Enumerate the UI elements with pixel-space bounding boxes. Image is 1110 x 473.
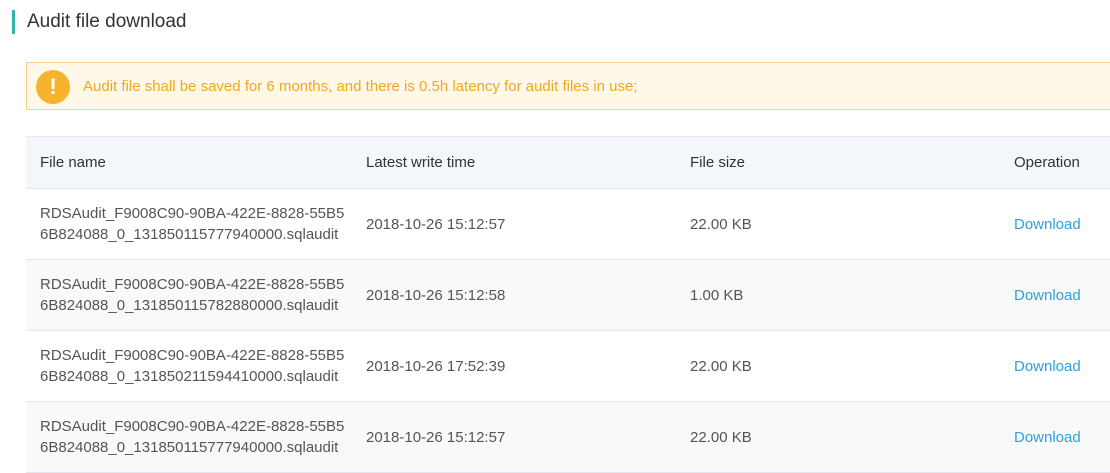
file-size-cell: 22.00 KB bbox=[690, 357, 752, 375]
audit-file-table: File name Latest write time File size Op… bbox=[26, 136, 1110, 473]
notice-banner: ! Audit file shall be saved for 6 months… bbox=[26, 62, 1110, 110]
file-name-cell: RDSAudit_F9008C90-90BA-422E-8828-55B56B8… bbox=[40, 276, 345, 314]
write-time-cell: 2018-10-26 15:12:58 bbox=[366, 286, 506, 304]
write-time-cell: 2018-10-26 17:52:39 bbox=[366, 357, 506, 375]
file-name-cell: RDSAudit_F9008C90-90BA-422E-8828-55B56B8… bbox=[40, 347, 345, 385]
download-link[interactable]: Download bbox=[1014, 429, 1081, 446]
write-time-cell: 2018-10-26 15:12:57 bbox=[366, 428, 506, 446]
write-time-cell: 2018-10-26 15:12:57 bbox=[366, 215, 506, 233]
column-header-latest-write-time: Latest write time bbox=[366, 154, 476, 171]
column-header-operation: Operation bbox=[1014, 154, 1080, 171]
file-name-cell: RDSAudit_F9008C90-90BA-422E-8828-55B56B8… bbox=[40, 205, 345, 243]
notice-text: Audit file shall be saved for 6 months, … bbox=[83, 78, 638, 95]
table-row: RDSAudit_F9008C90-90BA-422E-8828-55B56B8… bbox=[26, 260, 1110, 331]
download-link[interactable]: Download bbox=[1014, 287, 1081, 304]
download-link[interactable]: Download bbox=[1014, 358, 1081, 375]
file-name-cell: RDSAudit_F9008C90-90BA-422E-8828-55B56B8… bbox=[40, 418, 345, 456]
column-header-file-name: File name bbox=[40, 154, 106, 171]
table-row: RDSAudit_F9008C90-90BA-422E-8828-55B56B8… bbox=[26, 402, 1110, 473]
file-size-cell: 22.00 KB bbox=[690, 215, 752, 233]
table-row: RDSAudit_F9008C90-90BA-422E-8828-55B56B8… bbox=[26, 331, 1110, 402]
file-size-cell: 22.00 KB bbox=[690, 428, 752, 446]
table-row: RDSAudit_F9008C90-90BA-422E-8828-55B56B8… bbox=[26, 189, 1110, 260]
table-header-row: File name Latest write time File size Op… bbox=[26, 137, 1110, 189]
column-header-file-size: File size bbox=[690, 154, 746, 171]
warning-icon: ! bbox=[36, 70, 70, 104]
page-title: Audit file download bbox=[12, 10, 187, 34]
download-link[interactable]: Download bbox=[1014, 216, 1081, 233]
file-size-cell: 1.00 KB bbox=[690, 286, 744, 304]
